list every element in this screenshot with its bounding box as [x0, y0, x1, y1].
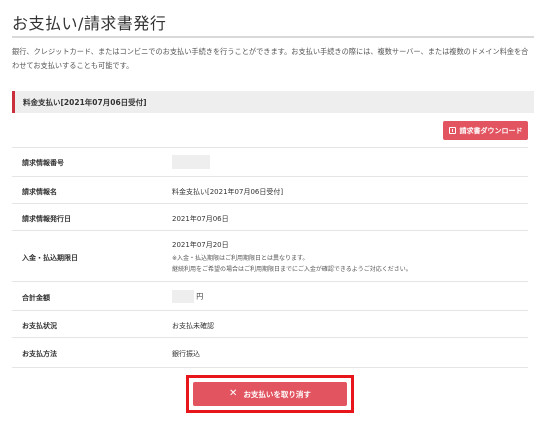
close-icon: ✕ [229, 388, 238, 399]
download-icon [448, 127, 456, 134]
table-row: 請求情報発行日 2021年07月06日 [12, 203, 528, 231]
row-label: 入金・払込期限日 [22, 254, 78, 262]
row-value: 2021年07月20日 ※入金・払込期限はご利用期限日とは異なります。 継続利用… [172, 240, 512, 275]
title-divider [12, 36, 534, 38]
row-label: お支払状況 [22, 322, 57, 330]
section-title: 料金支払い[2021年07月06日受付] [23, 98, 147, 107]
row-value: 円 [172, 290, 203, 303]
row-label: 請求情報番号 [22, 159, 64, 167]
row-label: 請求情報名 [22, 188, 57, 196]
invoice-download-label: 請求書ダウンロード [459, 126, 523, 135]
row-value: 銀行振込 [172, 350, 200, 358]
due-date-note: ※入金・払込期限はご利用期限日とは異なります。 [172, 255, 309, 262]
table-row: 請求情報番号 [12, 147, 528, 177]
cancel-payment-button[interactable]: ✕ お支払いを取り消す [193, 382, 347, 406]
table-row: 請求情報名 料金支払い[2021年07月06日受付] [12, 176, 528, 204]
row-value [172, 155, 210, 169]
cancel-highlight-frame: ✕ お支払いを取り消す [186, 375, 354, 413]
invoice-download-button[interactable]: 請求書ダウンロード [443, 121, 528, 140]
row-value: お支払未確認 [172, 322, 214, 330]
table-row: お支払状況 お支払未確認 [12, 310, 528, 338]
intro-text: 銀行、クレジットカード、またはコンビニでのお支払い手続きを行うことができます。お… [12, 47, 529, 70]
row-value: 2021年07月06日 [172, 215, 229, 223]
row-label: 請求情報発行日 [22, 215, 71, 223]
due-date-note: 継続利用をご希望の場合はご利用期限日までにご入金が確認できるようご対応ください。 [172, 266, 412, 273]
masked-invoice-number [172, 155, 210, 169]
table-row: 入金・払込期限日 2021年07月20日 ※入金・払込期限はご利用期限日とは異な… [12, 230, 528, 282]
section-header: 料金支払い[2021年07月06日受付] [12, 91, 534, 113]
row-value: 料金支払い[2021年07月06日受付] [172, 188, 284, 196]
table-row: お支払方法 銀行振込 [12, 337, 528, 368]
page-title: お支払い/請求書発行 [12, 14, 167, 33]
table-row: 合計金額 円 [12, 281, 528, 311]
cancel-payment-label: お支払いを取り消す [243, 389, 311, 399]
row-label: お支払方法 [22, 350, 57, 358]
row-label: 合計金額 [22, 294, 50, 302]
currency-unit: 円 [196, 292, 204, 301]
masked-amount [172, 290, 194, 303]
due-date: 2021年07月20日 [172, 241, 229, 249]
